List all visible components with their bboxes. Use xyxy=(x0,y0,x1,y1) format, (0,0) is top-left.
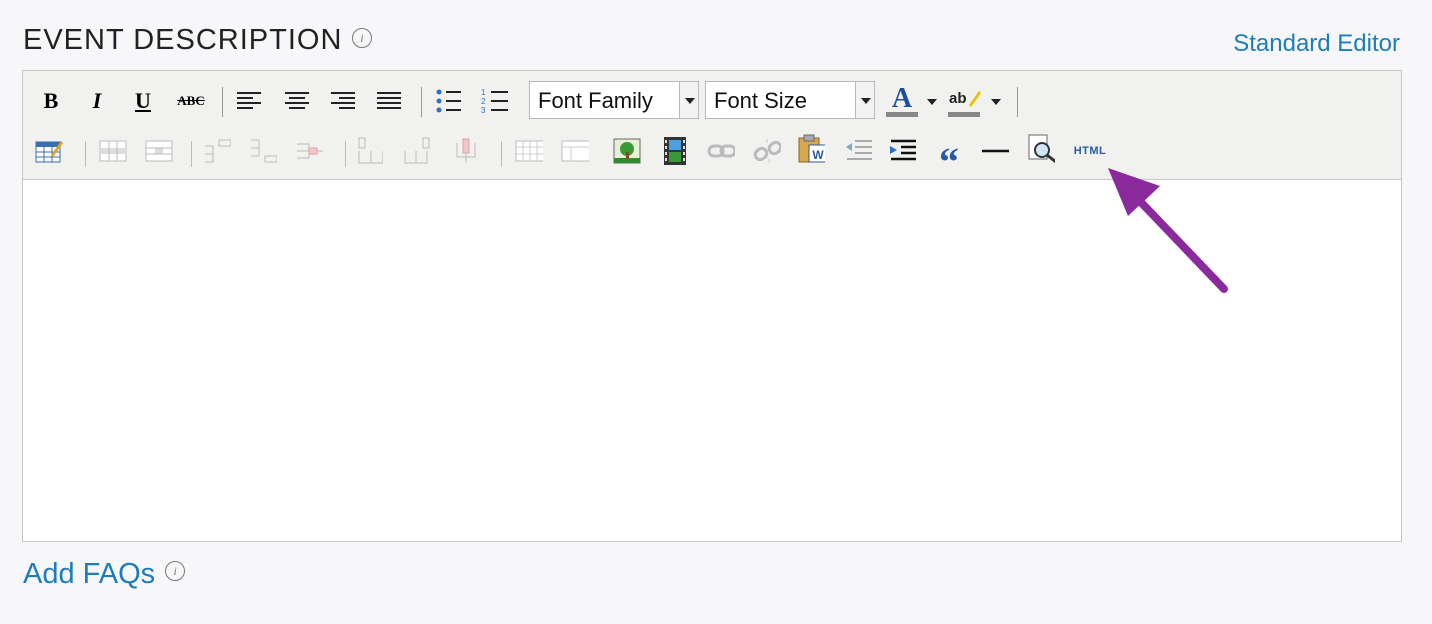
highlight-color-dropdown[interactable] xyxy=(991,99,1001,105)
split-cells-icon[interactable] xyxy=(515,137,543,165)
text-color-icon[interactable]: A xyxy=(885,83,919,119)
paste-from-word-icon[interactable]: W xyxy=(797,134,825,163)
cell-properties-icon[interactable] xyxy=(145,137,173,165)
rich-text-editor: B I U ABC 123 Font Family Font Size A ab xyxy=(22,70,1402,542)
horizontal-rule-icon[interactable] xyxy=(981,137,1009,165)
bold-icon[interactable]: B xyxy=(37,87,65,115)
text-color-dropdown[interactable] xyxy=(927,99,937,105)
svg-text:ab: ab xyxy=(949,90,967,107)
svg-text:A: A xyxy=(892,83,913,114)
preview-icon[interactable] xyxy=(1027,134,1055,164)
svg-text:2: 2 xyxy=(481,97,486,106)
info-icon[interactable]: i xyxy=(165,561,186,582)
add-faqs-text: Add FAQs xyxy=(23,558,156,590)
info-icon[interactable]: i xyxy=(352,28,373,49)
svg-text:1: 1 xyxy=(481,88,486,97)
blockquote-icon[interactable]: “ xyxy=(935,137,963,184)
link-icon[interactable] xyxy=(707,137,735,165)
title-text: EVENT DESCRIPTION xyxy=(23,24,343,56)
chevron-down-icon xyxy=(855,82,874,118)
insert-col-after-icon[interactable] xyxy=(403,137,431,165)
delete-row-icon[interactable] xyxy=(295,137,323,165)
font-family-value: Font Family xyxy=(538,88,653,113)
editor-toolbar: B I U ABC 123 Font Family Font Size A ab xyxy=(23,71,1401,184)
add-faqs-link[interactable]: Add FAQs i xyxy=(23,558,186,591)
insert-row-before-icon[interactable] xyxy=(203,137,231,165)
font-family-select[interactable]: Font Family xyxy=(529,81,699,119)
html-source-icon[interactable]: HTML xyxy=(1069,137,1111,165)
italic-icon[interactable]: I xyxy=(83,87,111,115)
font-size-select[interactable]: Font Size xyxy=(705,81,875,119)
editor-content-area[interactable] xyxy=(23,180,1401,541)
insert-row-after-icon[interactable] xyxy=(249,137,277,165)
bullet-list-icon[interactable] xyxy=(435,87,463,115)
standard-editor-link[interactable]: Standard Editor xyxy=(1233,30,1400,58)
align-justify-icon[interactable] xyxy=(375,87,403,115)
edit-table-icon[interactable] xyxy=(35,137,63,165)
font-size-value: Font Size xyxy=(714,88,807,113)
insert-media-icon[interactable] xyxy=(661,137,689,165)
event-description-title: EVENT DESCRIPTION i xyxy=(23,24,373,57)
underline-icon[interactable]: U xyxy=(129,87,157,115)
chevron-down-icon xyxy=(679,82,698,118)
svg-text:W: W xyxy=(812,148,824,162)
html-source-label: HTML xyxy=(1073,145,1107,157)
numbered-list-icon[interactable]: 123 xyxy=(481,87,509,115)
merge-cells-icon[interactable] xyxy=(561,137,589,165)
row-properties-icon[interactable] xyxy=(99,137,127,165)
delete-col-icon[interactable] xyxy=(451,137,479,165)
unlink-icon[interactable] xyxy=(753,137,781,165)
highlight-color-icon[interactable]: ab xyxy=(947,83,981,119)
align-center-icon[interactable] xyxy=(283,87,311,115)
svg-text:3: 3 xyxy=(481,106,486,114)
insert-image-icon[interactable] xyxy=(613,137,641,165)
align-left-icon[interactable] xyxy=(235,87,263,115)
align-right-icon[interactable] xyxy=(329,87,357,115)
outdent-icon[interactable] xyxy=(845,137,873,165)
insert-col-before-icon[interactable] xyxy=(355,137,383,165)
indent-icon[interactable] xyxy=(889,137,917,165)
strikethrough-icon[interactable]: ABC xyxy=(173,87,209,115)
